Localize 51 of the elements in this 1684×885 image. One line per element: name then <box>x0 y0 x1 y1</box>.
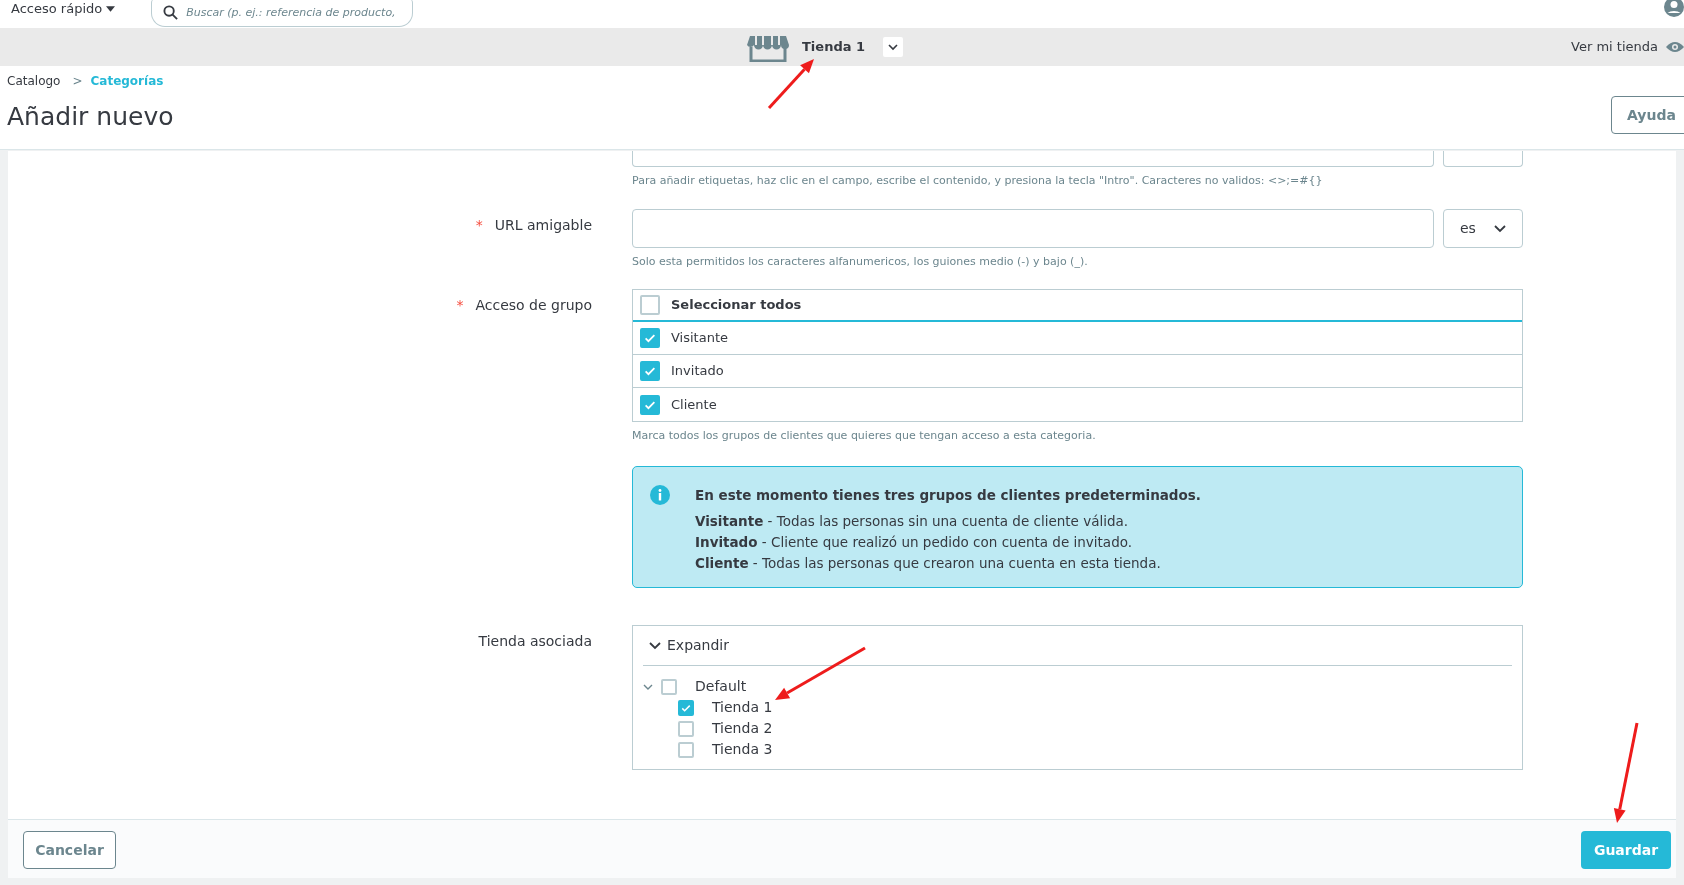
checkbox[interactable] <box>661 678 677 695</box>
field-label: URL amigable <box>494 216 592 235</box>
help-text: Para añadir etiquetas, haz clic en el campo, escribe el contenido, y presiona la tecla "Intro". Caracteres no validos: <>;=#{} <box>632 173 1324 189</box>
checkbox[interactable] <box>678 741 694 758</box>
language-select[interactable] <box>1443 151 1523 167</box>
shop-dropdown-button[interactable] <box>883 37 904 57</box>
checkbox[interactable] <box>678 720 694 737</box>
user-icon[interactable] <box>1664 0 1684 17</box>
breadcrumb-separator: > <box>72 73 83 90</box>
view-shop-link[interactable]: Ver mi tienda <box>1571 37 1658 57</box>
chevron-icon <box>888 43 899 51</box>
shop-name: Tienda 1 <box>802 38 866 57</box>
info-line: Cliente - Todas las personas que crearon una cuenta en esta tienda. <box>695 554 1162 574</box>
info-line: Visitante - Todas las personas sin una cuenta de cliente válida. <box>695 512 1130 532</box>
page-title: Añadir nuevo <box>7 101 174 133</box>
tree-item-label[interactable]: Tienda 3 <box>712 739 773 760</box>
eye-icon[interactable] <box>1666 41 1684 53</box>
required-mark: * <box>456 296 464 315</box>
search-icon <box>163 5 179 20</box>
group-label[interactable]: Visitante <box>671 328 728 348</box>
help-text: Solo esta permitidos los caracteres alfanumericos, los guiones medio (-) y bajo (_). <box>632 254 1089 270</box>
required-mark: * <box>475 216 483 235</box>
info-icon <box>650 485 670 505</box>
expand-toggle[interactable]: Expandir <box>667 635 729 656</box>
checkbox[interactable] <box>640 328 660 348</box>
help-text: Marca todos los grupos de clientes que quieres que tengan acceso a esta categoria. <box>632 428 1097 444</box>
url-field[interactable] <box>632 209 1434 248</box>
annotation-arrow <box>767 59 814 109</box>
cancel-button[interactable]: Cancelar <box>23 831 116 869</box>
field-label: Acceso de grupo <box>475 296 592 315</box>
field-label: Tienda asociada <box>478 632 592 651</box>
breadcrumb-link[interactable]: Catalogo <box>7 72 61 90</box>
language-select[interactable]: es <box>1443 209 1523 248</box>
select-all-label[interactable]: Seleccionar todos <box>671 295 802 315</box>
checkbox[interactable] <box>640 295 660 315</box>
group-label[interactable]: Invitado <box>671 361 724 381</box>
caret-icon <box>106 6 116 12</box>
help-button[interactable]: Ayuda <box>1611 96 1684 134</box>
tree-item-label[interactable]: Tienda 1 <box>712 697 773 718</box>
tags-field[interactable] <box>632 151 1434 167</box>
info-line: Invitado - Cliente que realizó un pedido con cuenta de invitado. <box>695 533 1133 553</box>
chevron-icon <box>649 641 661 650</box>
checkbox[interactable] <box>640 394 660 415</box>
info-title: En este momento tienes tres grupos de clientes predeterminados. <box>695 486 1202 505</box>
tree-item-label[interactable]: Default <box>695 676 747 697</box>
checkbox[interactable] <box>678 699 694 716</box>
chevron-icon <box>1494 224 1506 233</box>
checkbox[interactable] <box>640 361 660 381</box>
search-field[interactable]: Buscar (p. ej.: referencia de producto, <box>151 0 414 27</box>
tree-item-label[interactable]: Tienda 2 <box>712 718 773 739</box>
group-label[interactable]: Cliente <box>671 394 717 415</box>
